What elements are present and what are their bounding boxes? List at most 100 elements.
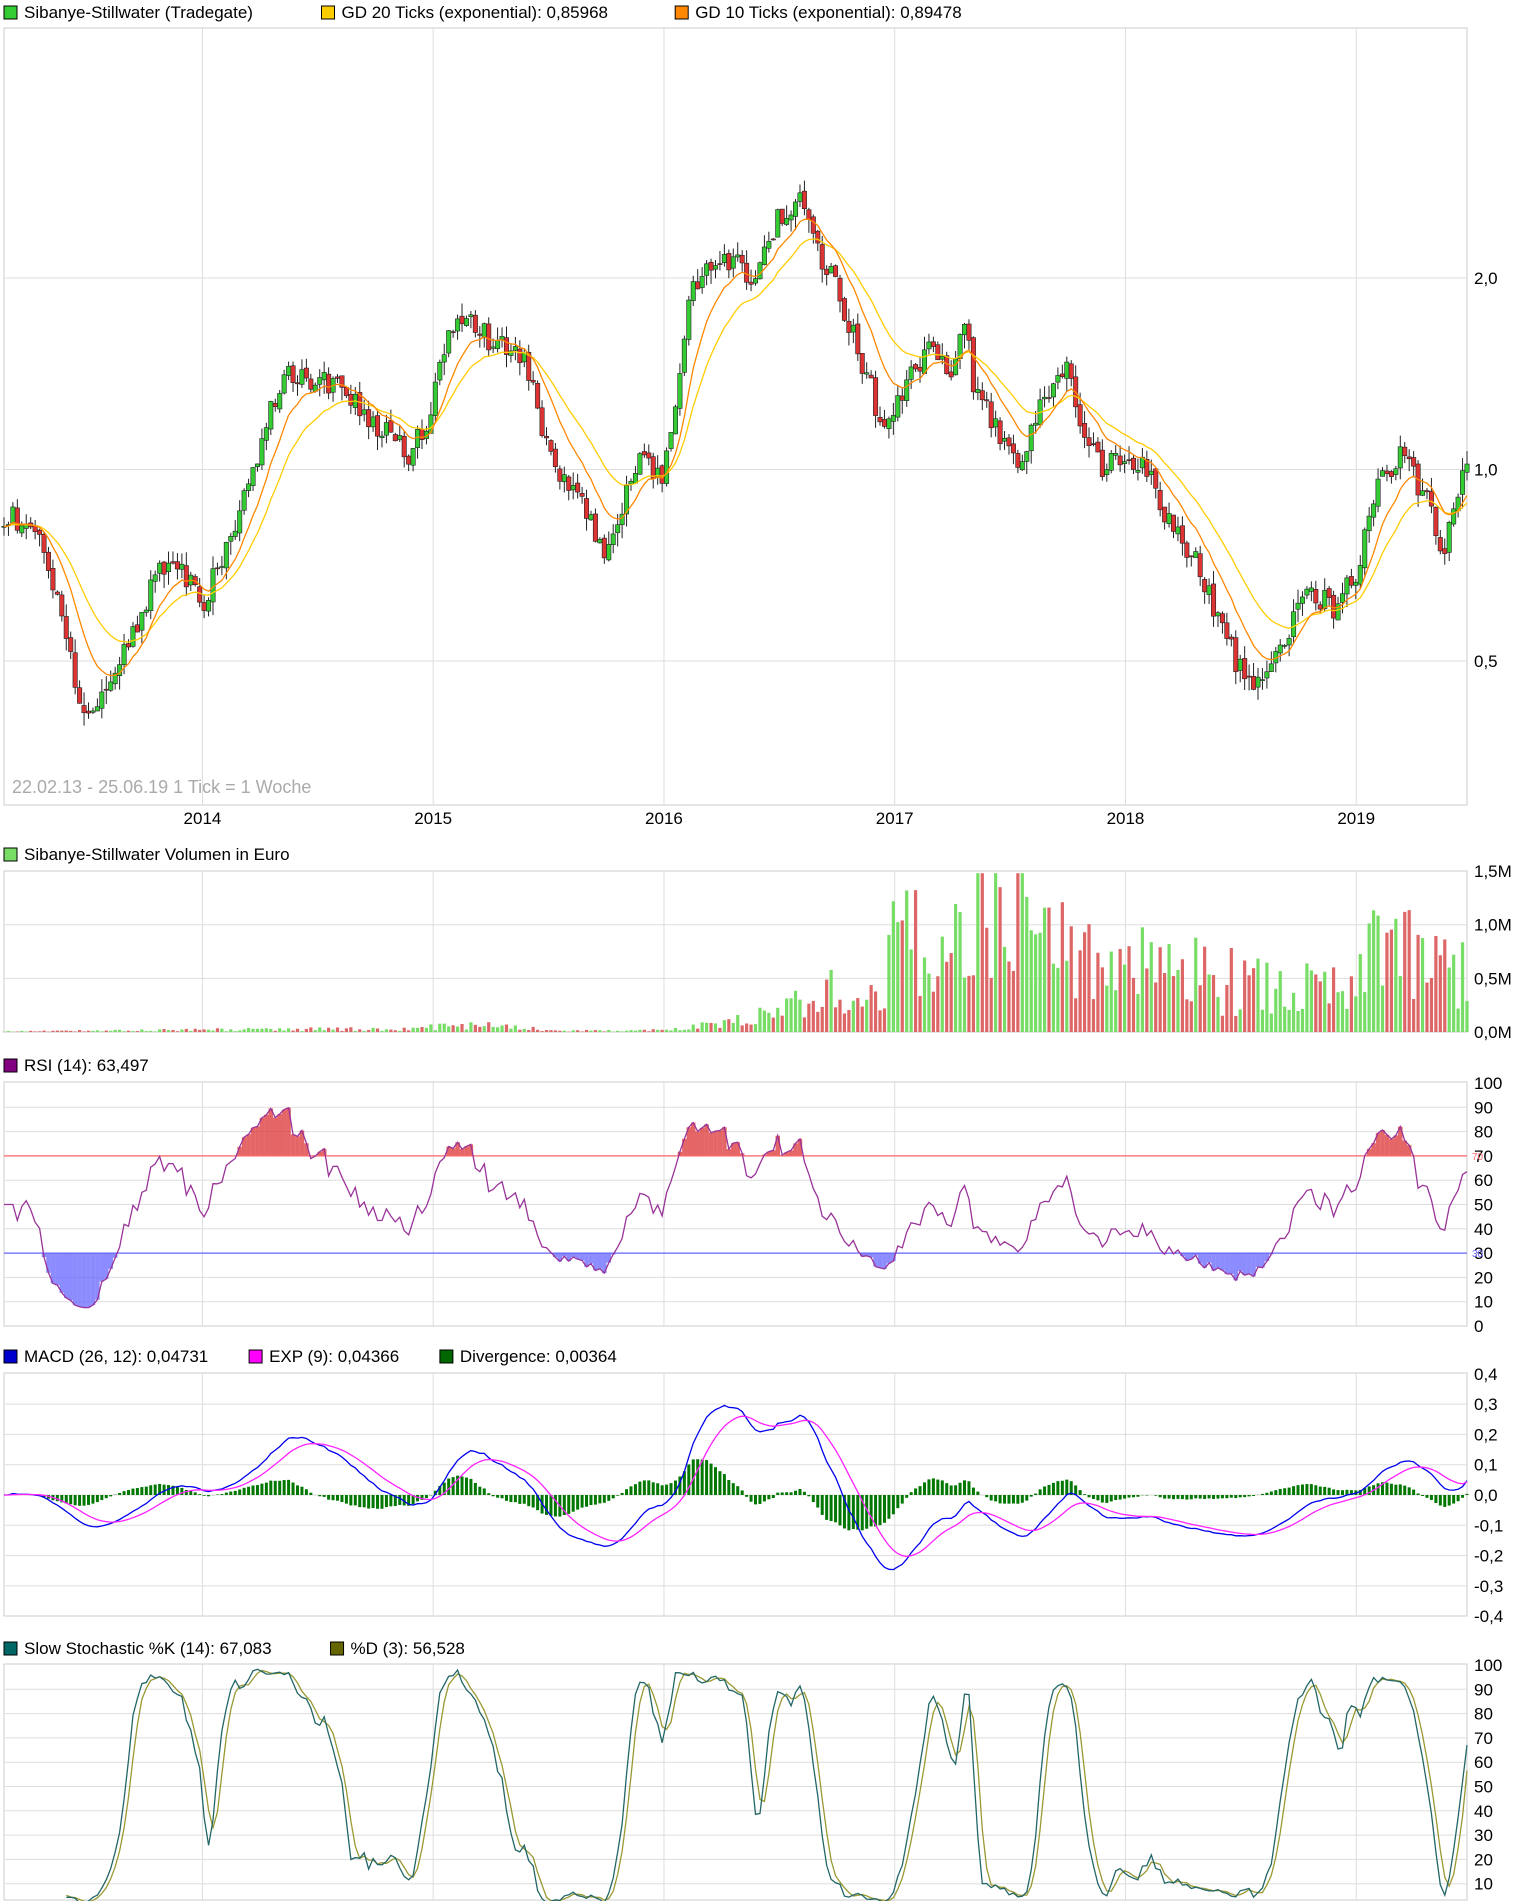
candle-body — [1397, 446, 1403, 469]
volume-bar — [407, 1030, 411, 1032]
candle-body — [77, 687, 83, 704]
volume-bar — [731, 1022, 735, 1032]
candle-body — [1202, 579, 1208, 593]
volume-bar — [264, 1028, 268, 1032]
volume-bar — [166, 1030, 171, 1032]
volume-bar — [1309, 970, 1313, 1032]
candle-body — [1277, 644, 1283, 654]
volume-bar — [482, 1026, 486, 1032]
rsi-y-tick-label-1: 10 — [1474, 1293, 1493, 1312]
candle-body — [1233, 637, 1239, 673]
volume-bar — [518, 1029, 522, 1032]
candle-body — [1064, 361, 1070, 379]
volume-bar — [24, 1031, 28, 1033]
volume-bar — [838, 999, 842, 1032]
volume-bar — [313, 1030, 317, 1032]
volume-bar — [718, 1027, 722, 1032]
candle-body — [379, 435, 385, 438]
volume-bar — [118, 1029, 122, 1032]
candle-body — [1171, 514, 1177, 532]
volume-bar — [936, 976, 940, 1032]
candle-body — [668, 432, 674, 449]
candle-body — [966, 323, 972, 341]
volume-bar — [433, 1030, 437, 1032]
volume-bar — [51, 1030, 55, 1032]
volume-bar — [1189, 1001, 1193, 1032]
candle-body — [1068, 363, 1074, 379]
candle-body — [606, 544, 612, 561]
candle-body — [1166, 513, 1172, 525]
candle-body — [1380, 470, 1386, 477]
volume-bar — [1060, 902, 1064, 1032]
candle-body — [259, 438, 265, 466]
volume-bar — [411, 1027, 415, 1032]
candle-body — [495, 340, 501, 350]
volume-bar — [1145, 968, 1149, 1032]
x-axis-label-4: 2018 — [1107, 809, 1145, 828]
candle-body — [103, 688, 109, 691]
volume-bar — [1287, 1009, 1291, 1032]
volume-bar — [891, 901, 895, 1032]
volume-bar — [651, 1029, 655, 1032]
macd-y-tick-label-8: -0,4 — [1474, 1607, 1503, 1626]
volume-bar — [927, 973, 931, 1032]
candle-body — [1188, 555, 1194, 558]
price-legend-swatch-1 — [321, 5, 335, 20]
candle-body — [1428, 490, 1434, 507]
candle-body — [1362, 529, 1368, 569]
candle-body — [415, 429, 421, 448]
volume-bar — [945, 961, 949, 1032]
volume-bar — [95, 1030, 99, 1032]
volume-bar — [1358, 954, 1362, 1032]
volume-bar — [255, 1028, 260, 1032]
volume-bar — [753, 1024, 758, 1032]
volume-bar — [286, 1028, 291, 1032]
volume-bar — [358, 1029, 362, 1032]
candle-body — [401, 435, 407, 458]
price-legend-label-0: Sibanye-Stillwater (Tradegate) — [24, 3, 253, 22]
candle-body — [432, 381, 438, 416]
stoch-plot-frame — [3, 1663, 1468, 1901]
candle-body — [277, 393, 283, 410]
volume-bar — [1149, 942, 1153, 1032]
candle-body — [1197, 553, 1203, 578]
candle-body — [806, 209, 812, 220]
volume-bar — [664, 1029, 669, 1032]
volume-bar — [1051, 963, 1056, 1032]
volume-bar — [15, 1031, 19, 1033]
candle-body — [1393, 468, 1399, 475]
volume-bar — [238, 1030, 242, 1032]
volume-bar — [971, 975, 976, 1032]
volume-bar — [1078, 950, 1082, 1032]
volume-bar — [340, 1030, 344, 1032]
volume-bar — [402, 1027, 406, 1032]
volume-bar — [487, 1022, 491, 1032]
volume-bar — [1354, 996, 1358, 1032]
volume-bar — [1380, 985, 1385, 1032]
volume-bar — [415, 1027, 420, 1032]
volume-bar — [224, 1031, 228, 1032]
candle-body — [748, 281, 754, 285]
volume-bar — [856, 998, 860, 1032]
candle-body — [850, 324, 856, 333]
price-legend-label-2: GD 10 Ticks (exponential): 0,89478 — [695, 3, 961, 22]
volume-bar — [1074, 998, 1078, 1032]
candle-body — [1406, 456, 1412, 460]
volume-bar — [1274, 988, 1278, 1032]
volume-bar — [931, 991, 935, 1032]
volume-bar — [669, 1030, 673, 1032]
candle-body — [1264, 671, 1270, 679]
candle-body — [1215, 612, 1221, 617]
volume-bar — [873, 991, 878, 1032]
volume-bar — [598, 1030, 602, 1032]
candle-body — [975, 389, 981, 393]
candle-body — [1028, 424, 1034, 452]
volume-bar — [1056, 967, 1060, 1032]
candle-body — [130, 626, 136, 647]
candle-body — [206, 600, 212, 612]
volume-bar — [362, 1030, 366, 1032]
volume-bar — [233, 1031, 237, 1032]
stoch-y-tick-label-5: 50 — [1474, 1778, 1493, 1797]
candle-body — [1055, 375, 1061, 383]
volume-bar — [633, 1030, 638, 1032]
